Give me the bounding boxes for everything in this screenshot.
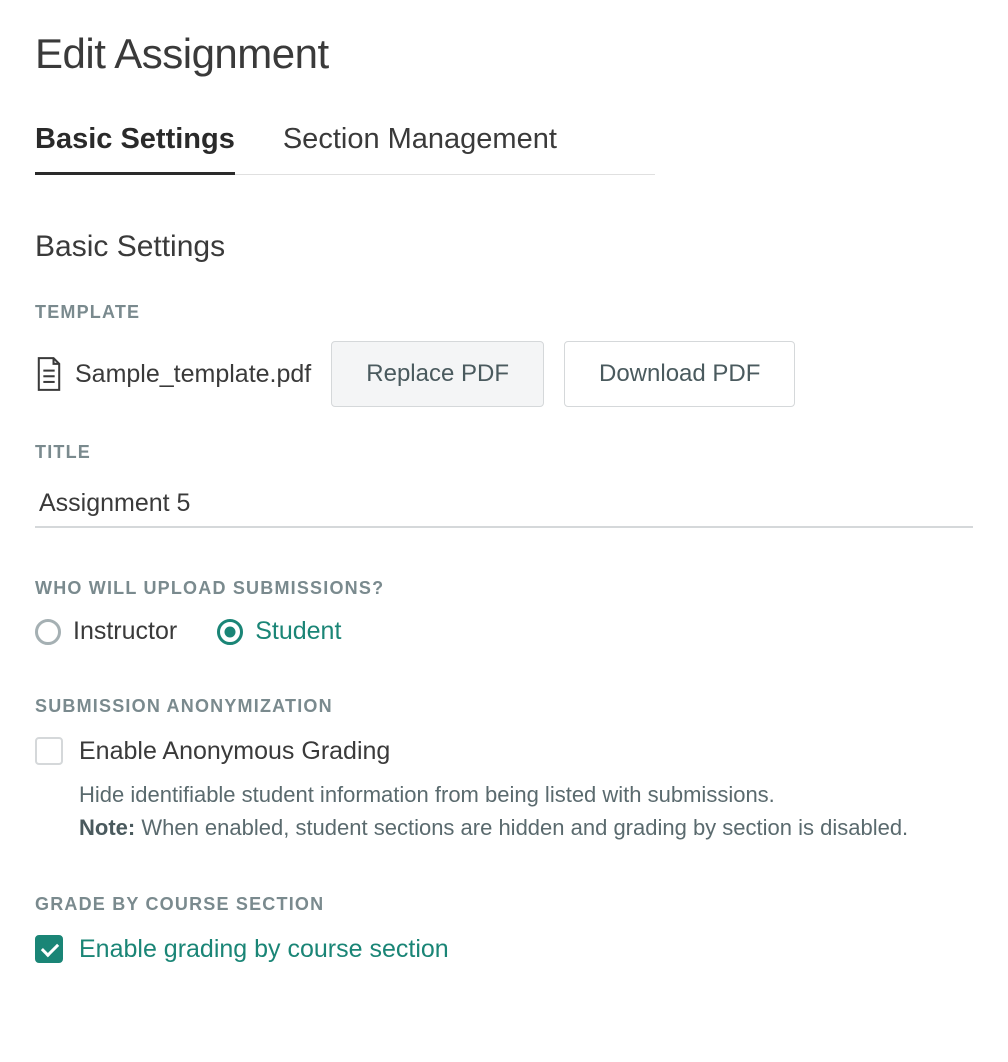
anonymization-note-text: When enabled, student sections are hidde… — [135, 815, 908, 840]
anonymization-note-prefix: Note: — [79, 815, 135, 840]
template-file-display: Sample_template.pdf — [35, 357, 311, 391]
page-title: Edit Assignment — [35, 30, 973, 78]
grade-by-section-checkbox[interactable] — [35, 935, 63, 963]
anonymization-block: Enable Anonymous Grading Hide identifiab… — [35, 735, 973, 844]
download-pdf-button[interactable]: Download PDF — [564, 341, 795, 407]
grade-by-section-content: Enable grading by course section — [79, 933, 973, 966]
radio-student[interactable]: Student — [217, 617, 341, 646]
title-input[interactable] — [35, 481, 973, 528]
uploader-radio-group: Instructor Student — [35, 617, 973, 646]
radio-student-label: Student — [255, 617, 341, 646]
tab-basic-settings[interactable]: Basic Settings — [35, 123, 235, 174]
file-icon — [35, 357, 63, 391]
anonymization-description: Hide identifiable student information fr… — [79, 778, 973, 844]
anonymization-label: SUBMISSION ANONYMIZATION — [35, 696, 973, 717]
grade-by-section-row: Enable grading by course section — [35, 933, 973, 966]
tabs-container: Basic Settings Section Management — [35, 123, 655, 175]
tab-section-management[interactable]: Section Management — [283, 123, 557, 174]
anonymization-desc-text: Hide identifiable student information fr… — [79, 782, 775, 807]
uploader-label: WHO WILL UPLOAD SUBMISSIONS? — [35, 578, 973, 599]
template-label: TEMPLATE — [35, 302, 973, 323]
radio-student-circle — [217, 619, 243, 645]
section-heading: Basic Settings — [35, 230, 973, 264]
grade-by-section-label: GRADE BY COURSE SECTION — [35, 894, 973, 915]
title-label: TITLE — [35, 442, 973, 463]
grade-by-section-block: Enable grading by course section — [35, 933, 973, 966]
anonymous-grading-label: Enable Anonymous Grading — [79, 735, 973, 768]
radio-instructor[interactable]: Instructor — [35, 617, 177, 646]
replace-pdf-button[interactable]: Replace PDF — [331, 341, 544, 407]
radio-instructor-circle — [35, 619, 61, 645]
anonymization-content: Enable Anonymous Grading Hide identifiab… — [79, 735, 973, 844]
radio-instructor-label: Instructor — [73, 617, 177, 646]
template-filename: Sample_template.pdf — [75, 360, 311, 389]
grade-by-section-checkbox-label: Enable grading by course section — [79, 933, 973, 966]
anonymous-grading-checkbox[interactable] — [35, 737, 63, 765]
template-row: Sample_template.pdf Replace PDF Download… — [35, 341, 973, 407]
anonymization-row: Enable Anonymous Grading Hide identifiab… — [35, 735, 973, 844]
